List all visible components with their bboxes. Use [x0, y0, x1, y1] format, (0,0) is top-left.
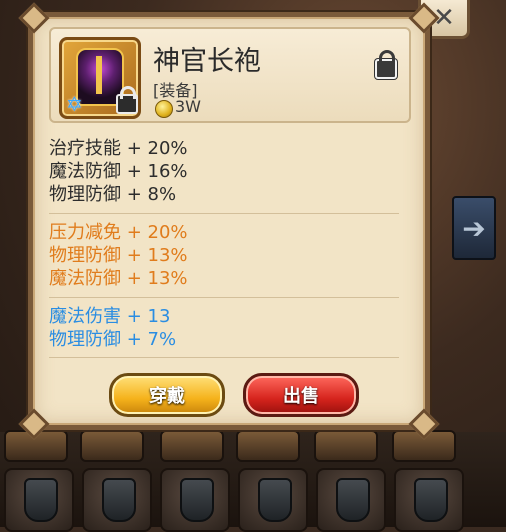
lock-icon — [116, 86, 138, 114]
stat-line: 魔法防御 + 16% — [49, 161, 188, 182]
item-header: ✡ 神官长袍 [装备] 3W — [49, 27, 411, 123]
inventory-slot[interactable] — [82, 468, 152, 532]
coin-icon — [155, 100, 173, 118]
hood-icon — [414, 478, 448, 522]
bonus-stats: 压力减免 + 20% 物理防御 + 13% 魔法防御 + 13% — [49, 221, 409, 290]
inventory-slot[interactable] — [236, 430, 300, 462]
arrow-right-icon: ➔ — [462, 211, 486, 245]
extra-stats: 魔法伤害 + 13 物理防御 + 7% — [49, 305, 409, 351]
inventory-slot[interactable] — [160, 468, 230, 532]
lock-toggle-icon[interactable] — [375, 50, 397, 79]
stat-line: 物理防御 + 13% — [49, 245, 188, 266]
hood-icon — [336, 478, 370, 522]
stat-line: 魔法防御 + 13% — [49, 268, 188, 289]
stat-line: 压力减免 + 20% — [49, 222, 188, 243]
shield-icon — [180, 478, 214, 522]
inventory-slot[interactable] — [4, 468, 74, 532]
armor-icon — [24, 478, 58, 522]
item-name: 神官长袍 — [153, 46, 261, 77]
sell-button[interactable]: 出售 — [243, 373, 359, 417]
divider — [49, 297, 399, 298]
stat-line: 治疗技能 + 20% — [49, 138, 188, 159]
item-detail-panel: ✡ 神官长袍 [装备] 3W 治疗技能 + 20% 魔法防御 + 16% 物理防… — [18, 2, 440, 440]
divider — [49, 213, 399, 214]
equip-button[interactable]: 穿戴 — [109, 373, 225, 417]
inventory-slot[interactable] — [394, 468, 464, 532]
inventory-slot[interactable] — [314, 430, 378, 462]
stat-line: 物理防御 + 8% — [49, 184, 177, 205]
divider — [49, 357, 399, 358]
next-arrow-button[interactable]: ➔ — [452, 196, 496, 260]
stat-line: 魔法伤害 + 13 — [49, 306, 171, 327]
stat-line: 物理防御 + 7% — [49, 329, 177, 350]
shield-icon — [258, 478, 292, 522]
shield-icon — [102, 478, 136, 522]
robe-item-icon: ✡ — [59, 37, 141, 119]
hexagram-icon: ✡ — [66, 92, 83, 116]
inventory-slot[interactable] — [160, 430, 224, 462]
inventory-slot[interactable] — [238, 468, 308, 532]
item-price: 3W — [175, 97, 201, 116]
inventory-slot[interactable] — [316, 468, 386, 532]
inventory-slot[interactable] — [80, 430, 144, 462]
base-stats: 治疗技能 + 20% 魔法防御 + 16% 物理防御 + 8% — [49, 137, 409, 206]
